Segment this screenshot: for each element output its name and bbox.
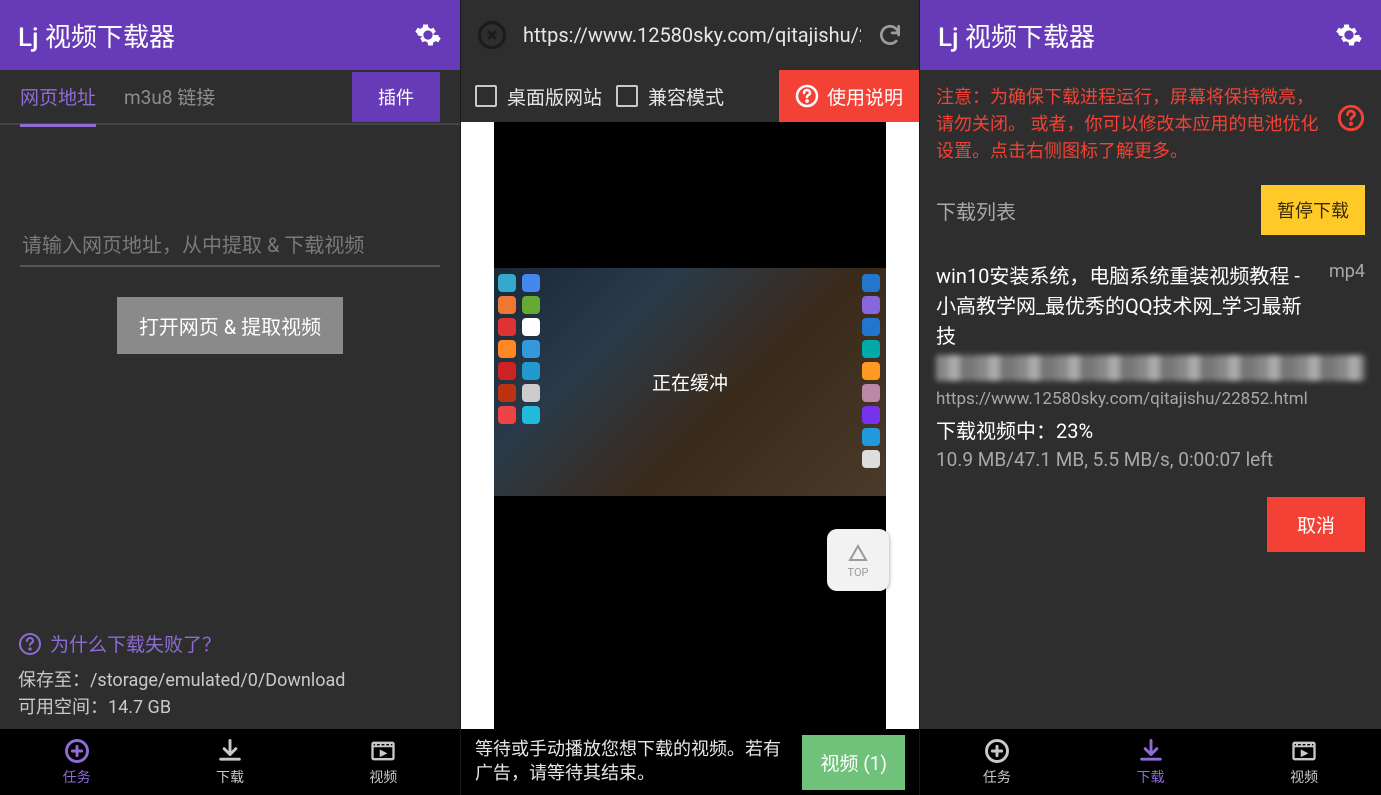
nav-task[interactable]: 任务 bbox=[0, 737, 153, 787]
open-extract-button[interactable]: 打开网页 & 提取视频 bbox=[117, 297, 343, 354]
cancel-row: 取消 bbox=[920, 471, 1381, 552]
download-item-url: https://www.12580sky.com/qitajishu/22852… bbox=[936, 389, 1365, 409]
gear-icon[interactable] bbox=[1335, 21, 1363, 49]
question-icon[interactable] bbox=[1337, 104, 1365, 132]
film-icon bbox=[369, 737, 397, 765]
right-bottom-nav: 任务 下载 视频 bbox=[920, 729, 1381, 795]
mid-bottom-bar: 等待或手动播放您想下载的视频。若有广告，请等待其结束。 视频 (1) bbox=[461, 729, 919, 795]
middle-pane: 桌面版网站 兼容模式 使用说明 bbox=[460, 0, 920, 795]
pause-download-button[interactable]: 暂停下载 bbox=[1261, 185, 1365, 235]
compat-mode-checkbox[interactable]: 兼容模式 bbox=[616, 83, 724, 110]
left-header: Lj 视频下载器 bbox=[0, 0, 460, 70]
question-icon bbox=[795, 84, 819, 108]
tab-row: 网页地址 m3u8 链接 插件 bbox=[0, 70, 460, 125]
download-list-header: 下载列表 暂停下载 bbox=[920, 179, 1381, 249]
cancel-button[interactable]: 取消 bbox=[1267, 497, 1365, 552]
desktop-mode-checkbox[interactable]: 桌面版网站 bbox=[475, 83, 602, 110]
input-area: 打开网页 & 提取视频 bbox=[0, 125, 460, 354]
question-icon bbox=[18, 632, 42, 656]
save-path: 保存至：/storage/emulated/0/Download bbox=[18, 667, 442, 694]
download-item-name: win10安装系统，电脑系统重装视频教程 - 小高教学网_最优秀的QQ技术网_学… bbox=[936, 261, 1319, 351]
app-title: Lj 视频下载器 bbox=[18, 17, 175, 54]
download-list-title: 下载列表 bbox=[936, 196, 1016, 225]
url-input[interactable] bbox=[20, 225, 440, 267]
download-item[interactable]: win10安装系统，电脑系统重装视频教程 - 小高教学网_最优秀的QQ技术网_学… bbox=[920, 249, 1381, 471]
video-thumbnail: 正在缓冲 bbox=[494, 268, 886, 496]
download-progress: 下载视频中：23% bbox=[936, 415, 1365, 444]
plugin-button[interactable]: 插件 bbox=[352, 72, 440, 122]
buffering-text: 正在缓冲 bbox=[652, 369, 728, 396]
left-bottom-nav: 任务 下载 视频 bbox=[0, 729, 460, 795]
video-player[interactable]: 正在缓冲 bbox=[494, 122, 886, 729]
arrow-up-icon bbox=[846, 542, 870, 566]
scroll-top-button[interactable]: TOP bbox=[827, 529, 889, 591]
gear-icon[interactable] bbox=[414, 21, 442, 49]
nav-video[interactable]: 视频 bbox=[1227, 737, 1381, 787]
instructions-button[interactable]: 使用说明 bbox=[779, 70, 919, 122]
checkbox-icon bbox=[475, 85, 497, 107]
plus-circle-icon bbox=[983, 737, 1011, 765]
nav-task[interactable]: 任务 bbox=[920, 737, 1074, 787]
warning-banner: 注意：为确保下载进程运行，屏幕将保持微亮，请勿关闭。 或者，你可以修改本应用的电… bbox=[920, 70, 1381, 179]
app-title: Lj 视频下载器 bbox=[938, 17, 1095, 54]
web-view[interactable]: 正在缓冲 TOP bbox=[461, 122, 919, 729]
right-header: Lj 视频下载器 bbox=[920, 0, 1381, 70]
browser-url-field[interactable] bbox=[523, 23, 861, 47]
download-icon bbox=[216, 737, 244, 765]
download-stats: 10.9 MB/47.1 MB, 5.5 MB/s, 0:00:07 left bbox=[936, 448, 1365, 471]
download-item-ext: mp4 bbox=[1329, 261, 1365, 351]
plus-circle-icon bbox=[63, 737, 91, 765]
wait-hint: 等待或手动播放您想下载的视频。若有广告，请等待其结束。 bbox=[475, 738, 788, 787]
warning-text: 注意：为确保下载进程运行，屏幕将保持微亮，请勿关闭。 或者，你可以修改本应用的电… bbox=[936, 84, 1325, 165]
left-pane: Lj 视频下载器 网页地址 m3u8 链接 插件 打开网页 & 提取视频 为什么… bbox=[0, 0, 460, 795]
free-space: 可用空间：14.7 GB bbox=[18, 694, 442, 721]
redacted-line bbox=[936, 355, 1365, 381]
tab-web-url[interactable]: 网页地址 bbox=[20, 69, 96, 127]
film-icon bbox=[1290, 737, 1318, 765]
detected-videos-button[interactable]: 视频 (1) bbox=[802, 735, 905, 790]
nav-download[interactable]: 下载 bbox=[153, 737, 306, 787]
checkbox-icon bbox=[616, 85, 638, 107]
nav-video[interactable]: 视频 bbox=[307, 737, 460, 787]
nav-download[interactable]: 下载 bbox=[1074, 737, 1228, 787]
close-circle-icon[interactable] bbox=[477, 20, 507, 50]
right-pane: Lj 视频下载器 注意：为确保下载进程运行，屏幕将保持微亮，请勿关闭。 或者，你… bbox=[920, 0, 1381, 795]
reload-icon[interactable] bbox=[877, 22, 903, 48]
download-icon bbox=[1137, 737, 1165, 765]
help-link[interactable]: 为什么下载失败了？ bbox=[18, 630, 442, 657]
url-bar bbox=[461, 0, 919, 70]
tab-m3u8[interactable]: m3u8 链接 bbox=[124, 69, 215, 124]
help-text: 为什么下载失败了？ bbox=[50, 630, 221, 657]
browser-options: 桌面版网站 兼容模式 使用说明 bbox=[461, 70, 919, 122]
left-bottom-info: 为什么下载失败了？ 保存至：/storage/emulated/0/Downlo… bbox=[0, 630, 460, 729]
